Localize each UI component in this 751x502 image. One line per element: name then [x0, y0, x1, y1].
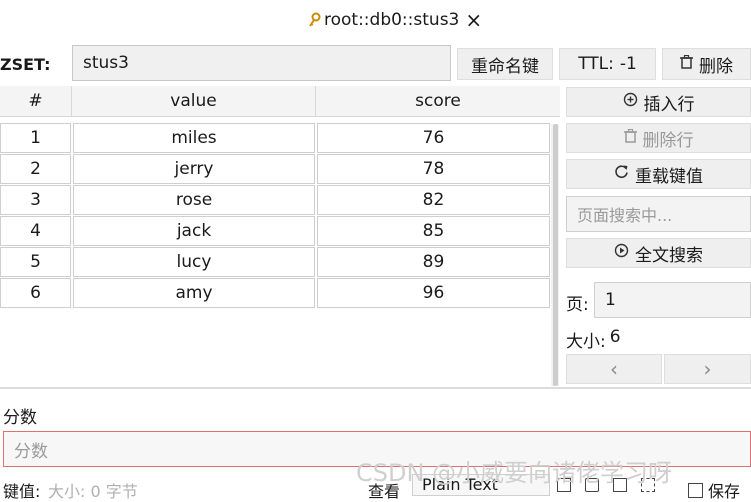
refresh-icon [614, 164, 629, 184]
key-name-input[interactable]: stus3 [72, 45, 451, 81]
delete-label: 删除 [699, 56, 733, 77]
save-label: 保存 [708, 482, 741, 501]
size-label: 大小: [566, 332, 606, 352]
footer-key-label: 键值: [3, 482, 41, 501]
fulltext-search-button[interactable]: 全文搜索 [566, 238, 751, 268]
tab-title: root::db0::stus3 [324, 10, 460, 30]
chevron-right-icon: › [703, 357, 712, 381]
watermark: CSDN @小威要向诸佬学习呀 [356, 459, 673, 487]
row-score[interactable]: 96 [317, 278, 550, 308]
editor-tab[interactable]: root::db0::stus3 × [308, 8, 482, 32]
insert-row-label: 插入行 [643, 94, 695, 115]
close-icon[interactable]: × [465, 10, 482, 30]
row-index[interactable]: 5 [0, 247, 71, 277]
size-value: 6 [609, 327, 621, 347]
row-index[interactable]: 4 [0, 216, 71, 246]
row-index[interactable]: 2 [0, 154, 71, 184]
row-score[interactable]: 85 [317, 216, 550, 246]
col-header-score[interactable]: score [316, 86, 560, 117]
trash-icon [623, 128, 637, 148]
prev-page-button[interactable]: ‹ [566, 354, 662, 384]
row-value[interactable]: jack [73, 216, 315, 246]
splitter[interactable] [0, 387, 751, 389]
scrollbar-thumb[interactable] [553, 124, 558, 386]
row-index[interactable]: 3 [0, 185, 71, 215]
row-value[interactable]: jerry [73, 154, 315, 184]
ttl-button[interactable]: TTL: -1 [559, 48, 656, 80]
row-score[interactable]: 76 [317, 123, 550, 153]
col-header-index[interactable]: # [0, 86, 72, 117]
footer-size-hint: 大小: 0 字节 [48, 482, 138, 501]
col-header-value[interactable]: value [72, 86, 316, 117]
delete-row-button[interactable]: 删除行 [566, 123, 751, 153]
ttl-value: -1 [619, 54, 637, 74]
page-input[interactable]: 1 [594, 282, 751, 318]
rename-button[interactable]: 重命名键 [457, 48, 553, 80]
row-index[interactable]: 6 [0, 278, 71, 308]
row-score[interactable]: 82 [317, 185, 550, 215]
delete-row-label: 删除行 [642, 130, 694, 151]
reload-button[interactable]: 重载键值 [566, 159, 751, 189]
plus-circle-icon [623, 92, 638, 112]
row-value[interactable]: rose [73, 185, 315, 215]
row-value[interactable]: lucy [73, 247, 315, 277]
delete-button[interactable]: 删除 [662, 48, 751, 80]
row-score[interactable]: 89 [317, 247, 550, 277]
ttl-label: TTL: [578, 54, 614, 74]
save-icon [688, 482, 703, 498]
page-label: 页: [566, 295, 589, 315]
next-page-button[interactable]: › [664, 354, 751, 384]
save-button[interactable]: 保存 [688, 478, 740, 502]
insert-row-button[interactable]: 插入行 [566, 87, 751, 117]
rename-label: 重命名键 [471, 56, 539, 77]
page-search-input[interactable]: 页面搜索中... [566, 196, 751, 232]
fulltext-label: 全文搜索 [635, 245, 703, 266]
size-indicator: 大小: 6 [566, 327, 621, 352]
play-circle-icon [614, 243, 629, 263]
reload-label: 重载键值 [635, 166, 703, 187]
row-index[interactable]: 1 [0, 123, 71, 153]
row-score[interactable]: 78 [317, 154, 550, 184]
key-icon [308, 12, 322, 28]
row-value[interactable]: amy [73, 278, 315, 308]
chevron-left-icon: ‹ [610, 357, 618, 381]
row-value[interactable]: miles [73, 123, 315, 153]
trash-icon [680, 54, 693, 74]
type-label: ZSET: [0, 55, 51, 74]
field-label: 分数 [3, 408, 37, 428]
